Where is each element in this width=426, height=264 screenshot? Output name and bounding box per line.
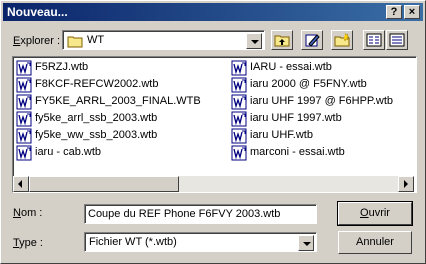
location-value: WT — [87, 34, 105, 46]
list-view-button[interactable] — [363, 30, 385, 50]
wtb-file-icon — [16, 128, 32, 144]
file-list[interactable]: F5RZJ.wtb F8KCF-REFCW2002.wtb FY5KE_ARRL_2… — [12, 56, 417, 193]
wtb-file-icon — [231, 128, 247, 144]
explorer-label: Explorer : — [13, 35, 61, 47]
new-folder-icon — [334, 32, 350, 51]
folder-up-button[interactable] — [271, 30, 293, 50]
file-name: iaru 2000 @ F5FNY.wtb — [250, 78, 367, 90]
file-name: iaru - cab.wtb — [35, 146, 102, 158]
file-name: IARU - essai.wtb — [250, 61, 332, 73]
help-button[interactable]: ? — [386, 5, 402, 19]
scroll-right-button[interactable] — [398, 176, 414, 192]
list-view-icon — [366, 32, 382, 51]
filename-label: Nom : — [13, 207, 43, 219]
scroll-thumb[interactable] — [29, 176, 179, 192]
wtb-file-icon — [16, 111, 32, 127]
file-name: marconi - essai.wtb — [250, 146, 345, 158]
title-bar[interactable]: Nouveau... ? × — [3, 3, 423, 21]
cancel-button[interactable]: Annuler — [338, 231, 412, 254]
details-view-icon — [389, 32, 405, 51]
wtb-file-icon — [16, 145, 32, 161]
file-name: FY5KE_ARRL_2003_FINAL.WTB — [35, 95, 201, 107]
details-view-button[interactable] — [386, 30, 408, 50]
file-name: F5RZJ.wtb — [35, 61, 89, 73]
wtb-file-icon — [16, 94, 32, 110]
dialog-title: Nouveau... — [7, 5, 68, 19]
wtb-file-icon — [231, 145, 247, 161]
close-button[interactable]: × — [404, 5, 420, 19]
wtb-file-icon — [16, 77, 32, 93]
wtb-file-icon — [231, 60, 247, 76]
filename-input[interactable]: Coupe du REF Phone F6FVY 2003.wtb — [84, 204, 317, 224]
wtb-file-icon — [231, 77, 247, 93]
location-dropdown-button[interactable] — [246, 33, 262, 49]
file-name: fy5ke_ww_ssb_2003.wtb — [35, 129, 158, 141]
location-combo[interactable]: WT — [62, 30, 265, 50]
open-button[interactable]: Ouvrir — [337, 201, 413, 226]
wtb-file-icon — [231, 94, 247, 110]
wtb-file-icon — [16, 60, 32, 76]
folder-up-icon — [274, 32, 290, 51]
file-name: iaru UHF 1997 @ F6HPP.wtb — [250, 95, 394, 107]
filename-value: Coupe du REF Phone F6FVY 2003.wtb — [88, 208, 281, 220]
new-folder-button[interactable] — [331, 30, 353, 50]
edit-icon — [304, 32, 320, 51]
open-dialog: Nouveau... ? × Explorer : WT F5RZJ.wtb F… — [0, 0, 426, 264]
wtb-file-icon — [231, 111, 247, 127]
file-name: fy5ke_arrl_ssb_2003.wtb — [35, 112, 158, 124]
folder-icon — [67, 34, 83, 51]
scroll-left-button[interactable] — [13, 176, 29, 192]
arrow-right-icon — [404, 180, 408, 188]
filetype-dropdown-button[interactable] — [298, 235, 314, 251]
file-name: iaru UHF 1997.wtb — [250, 112, 342, 124]
desktop-button[interactable] — [301, 30, 323, 50]
filetype-value: Fichier WT (*.wtb) — [89, 236, 177, 248]
arrow-left-icon — [18, 180, 22, 188]
horizontal-scrollbar[interactable] — [13, 176, 414, 192]
file-name: iaru UHF.wtb — [250, 129, 313, 141]
filetype-combo[interactable]: Fichier WT (*.wtb) — [84, 232, 317, 252]
file-name: F8KCF-REFCW2002.wtb — [35, 78, 159, 90]
filetype-label: Type : — [13, 237, 43, 249]
